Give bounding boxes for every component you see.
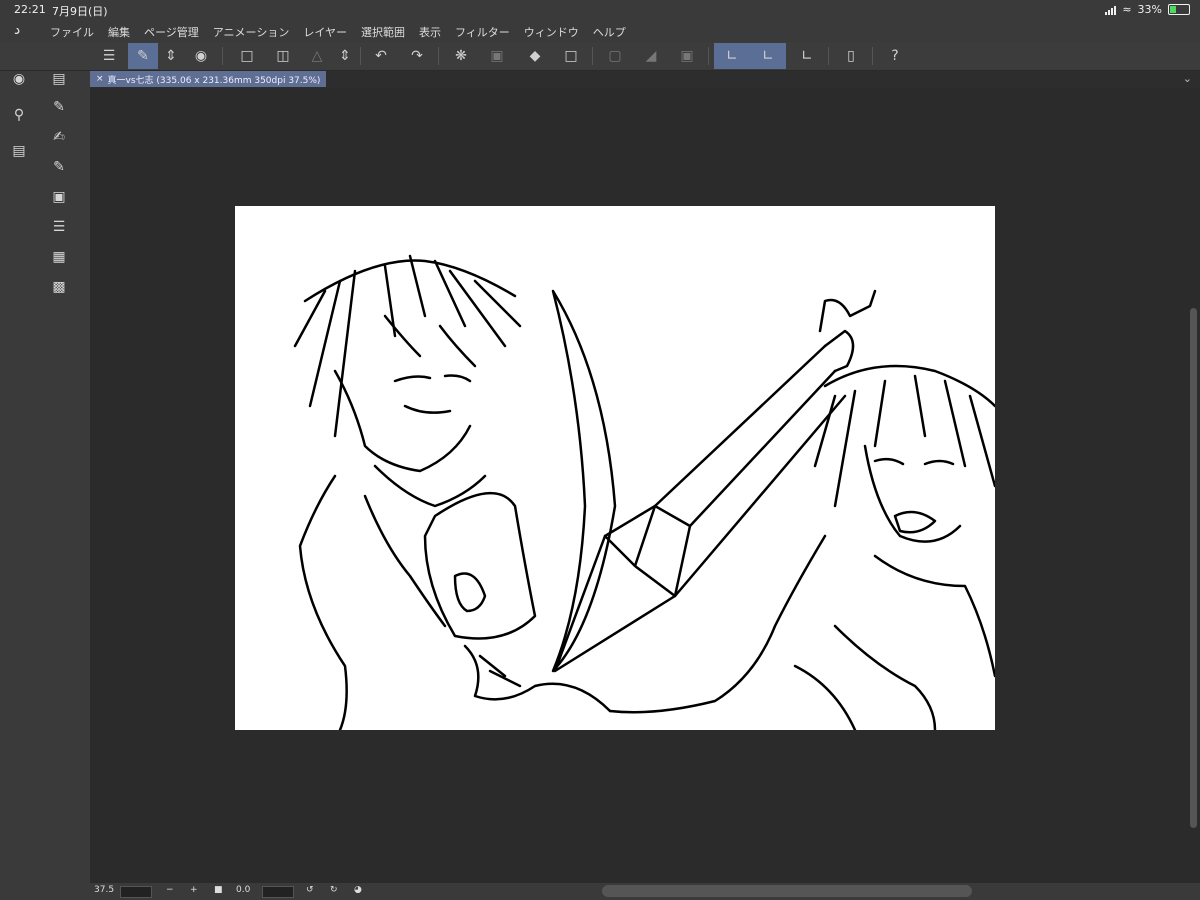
menu-filter[interactable]: フィルター	[455, 24, 510, 40]
tool-palette: « › « » ◉ ⚲ ▤ ▤ ✎ ✍ ✎ ▣ ☰ ▦ ▩	[0, 42, 90, 900]
chevron-updown-icon[interactable]: ⇕	[160, 43, 182, 69]
cellular-signal-icon	[1105, 5, 1117, 15]
ruler-icon[interactable]: ∟	[750, 43, 786, 69]
drawing-canvas[interactable]	[235, 206, 997, 732]
document-tab[interactable]: × 真一vs七志 (335.06 x 231.36mm 350dpi 37.5%…	[90, 71, 327, 87]
zoom-tool-icon[interactable]: ⚲	[8, 104, 30, 126]
wifi-icon: ≈	[1122, 3, 1132, 16]
invert-selection-icon[interactable]: ◢	[636, 43, 666, 69]
rotate-left-icon[interactable]: ↺	[306, 885, 314, 895]
snap-off-icon[interactable]: ∟	[792, 43, 822, 69]
canvas-icon[interactable]: ✎	[128, 43, 158, 69]
separator	[222, 47, 223, 65]
figure-icon[interactable]: ▤	[8, 140, 30, 162]
redo-icon[interactable]: ↷	[402, 43, 432, 69]
color-drops-icon[interactable]: ◉	[8, 68, 30, 90]
document-tabs: × 真一vs七志 (335.06 x 231.36mm 350dpi 37.5%…	[90, 71, 1200, 88]
menu-window[interactable]: ウィンドウ	[524, 24, 579, 40]
separator	[708, 47, 709, 65]
fill-icon[interactable]: ◆	[520, 43, 550, 69]
vertical-scroll-thumb[interactable]	[1190, 308, 1197, 828]
battery-percent: 33%	[1137, 3, 1162, 16]
hamburger-icon[interactable]: ☰	[94, 43, 124, 69]
command-bar: ☰ ✎ ⇕ ◉ □ ◫ △ ⇕ ↶ ↷ ❋ ▣ ◆ □ ▢ ◢ ▣ ∟ ∟ ∟ …	[0, 42, 1200, 71]
status-bar: 22:21 7月9日(日) ≈ 33%	[0, 0, 1200, 20]
reset-rotation-icon[interactable]: ◕	[354, 885, 362, 895]
vertical-scrollbar[interactable]	[1188, 88, 1200, 883]
pen-target-icon[interactable]: ✎	[48, 156, 70, 178]
separator	[828, 47, 829, 65]
battery-icon	[1168, 4, 1190, 15]
spinner-icon[interactable]: ❋	[446, 43, 476, 69]
brush-settings-icon[interactable]: ✍	[48, 126, 70, 148]
menu-selection[interactable]: 選択範囲	[361, 24, 405, 40]
status-date: 7月9日(日)	[52, 5, 108, 18]
separator	[438, 47, 439, 65]
snap-icon[interactable]: ∟	[714, 43, 750, 69]
layer-list-icon[interactable]: ☰	[48, 216, 70, 238]
separator	[360, 47, 361, 65]
menu-edit[interactable]: 編集	[108, 24, 130, 40]
open-folder-icon[interactable]: ◫	[268, 43, 298, 69]
material-icon[interactable]: ▦	[48, 246, 70, 268]
layers-icon[interactable]: ▤	[48, 68, 70, 90]
crop-icon[interactable]: □	[556, 43, 586, 69]
rotate-right-icon[interactable]: ↻	[330, 885, 338, 895]
menu-animation[interactable]: アニメーション	[213, 24, 290, 40]
fit-icon[interactable]: ■	[214, 885, 223, 895]
undo-icon[interactable]: ↶	[366, 43, 396, 69]
separator	[592, 47, 593, 65]
rotation-slider[interactable]	[262, 886, 294, 898]
pen-tool-icon[interactable]: ✎	[48, 96, 70, 118]
menu-bar: د ファイル 編集 ページ管理 アニメーション レイヤー 選択範囲 表示 フィル…	[0, 20, 1200, 42]
device-icon[interactable]: ▯	[836, 43, 866, 69]
bottom-bar: 37.5 − + ■ 0.0 ↺ ↻ ◕	[90, 883, 1200, 900]
zoom-slider[interactable]	[120, 886, 152, 898]
app-logo-icon[interactable]: د	[14, 22, 32, 40]
timeline-icon[interactable]: ▩	[48, 276, 70, 298]
zoom-out-button[interactable]: −	[166, 885, 174, 895]
menu-file[interactable]: ファイル	[50, 24, 94, 40]
menu-items: ファイル 編集 ページ管理 アニメーション レイヤー 選択範囲 表示 フィルター…	[50, 24, 640, 40]
zoom-in-button[interactable]: +	[190, 885, 198, 895]
zoom-value[interactable]: 37.5	[94, 885, 114, 895]
gallery-icon[interactable]: ◉	[186, 43, 216, 69]
close-tab-icon[interactable]: ×	[96, 74, 104, 84]
menu-page-management[interactable]: ページ管理	[144, 24, 199, 40]
menu-layer[interactable]: レイヤー	[303, 24, 347, 40]
chevron-updown-icon-2[interactable]: ⇕	[334, 43, 356, 69]
status-right: ≈ 33%	[1105, 3, 1190, 16]
transform-icon[interactable]: ▣	[482, 43, 512, 69]
menu-help[interactable]: ヘルプ	[593, 24, 626, 40]
selection-border-icon[interactable]: ▣	[672, 43, 702, 69]
chevron-down-icon[interactable]: ⌄	[1183, 72, 1192, 85]
menu-view[interactable]: 表示	[419, 24, 441, 40]
document-tab-label: 真一vs七志 (335.06 x 231.36mm 350dpi 37.5%)	[107, 75, 321, 86]
help-icon[interactable]: ?	[880, 43, 910, 69]
status-time: 22:21	[14, 3, 46, 16]
new-canvas-icon[interactable]: □	[232, 43, 262, 69]
horizontal-scroll-thumb[interactable]	[602, 885, 972, 897]
rotation-value[interactable]: 0.0	[236, 885, 250, 895]
separator	[872, 47, 873, 65]
clear-selection-icon[interactable]: ▢	[600, 43, 630, 69]
subview-icon[interactable]: ▣	[48, 186, 70, 208]
export-icon[interactable]: △	[302, 43, 332, 69]
line-art-drawing	[293, 254, 997, 732]
